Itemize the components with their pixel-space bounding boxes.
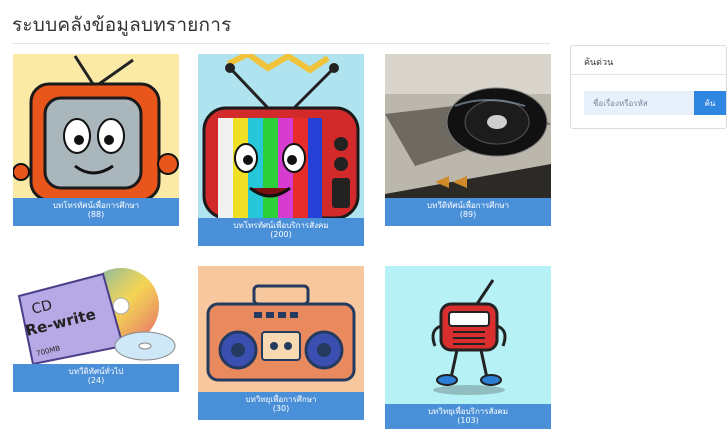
category-tile-video-general[interactable]: CD Re-write 700MB บทวีดิทัศน์ทั่วไป (24) [13,266,179,392]
category-tile-radio-education[interactable]: บทวิทยุเพื่อการศึกษา (30) [198,266,364,420]
tile-count: (88) [87,210,105,219]
search-input[interactable] [584,91,694,115]
search-row: ค้น [584,91,727,115]
tile-label: บทวิทยุเพื่อการศึกษา [245,395,317,404]
tile-label: บทโทรทัศน์เพื่อบริการสังคม [233,221,329,230]
tile-caption: บทวีดิทัศน์ทั่วไป (24) [13,364,179,392]
tile-count: (200) [270,230,292,239]
tile-label: บทโทรทัศน์เพื่อการศึกษา [52,201,140,210]
tile-caption: บทวิทยุเพื่อการศึกษา (30) [198,392,364,420]
cartoon-radio-icon [385,266,551,404]
tile-caption: บทวิทยุเพื่อบริการสังคม (103) [385,404,551,429]
tile-caption: บทโทรทัศน์เพื่อการศึกษา (88) [13,198,179,226]
search-button[interactable]: ค้น [694,91,726,115]
tile-caption: บทโทรทัศน์เพื่อบริการสังคม (200) [198,218,364,246]
cd-disc-icon: CD Re-write 700MB [13,266,179,364]
title-divider [12,43,550,44]
page-title: ระบบคลังข้อมูลบทรายการ [12,14,232,36]
dvd-player-icon [385,54,551,198]
category-tile-radio-social[interactable]: บทวิทยุเพื่อบริการสังคม (103) [385,266,551,429]
tile-count: (103) [457,416,479,425]
category-tile-tv-social[interactable]: บทโทรทัศน์เพื่อบริการสังคม (200) [198,54,364,246]
quick-search-heading: ค้นด่วน [571,46,726,75]
tile-count: (89) [459,210,477,219]
boombox-radio-icon [198,266,364,392]
category-tile-video-education[interactable]: บทวีดิทัศน์เพื่อการศึกษา (89) [385,54,551,226]
tile-count: (30) [272,404,290,413]
tile-label: บทวีดิทัศน์ทั่วไป [68,367,124,376]
cartoon-tv-icon [13,54,179,198]
tile-label: บทวิทยุเพื่อบริการสังคม [427,407,509,416]
color-bars-tv-icon [198,54,364,218]
tile-label: บทวีดิทัศน์เพื่อการศึกษา [427,201,509,210]
category-tile-tv-education[interactable]: บทโทรทัศน์เพื่อการศึกษา (88) [13,54,179,226]
tile-caption: บทวีดิทัศน์เพื่อการศึกษา (89) [385,198,551,226]
tile-count: (24) [87,376,105,385]
quick-search-panel: ค้นด่วน ค้น [570,45,727,129]
